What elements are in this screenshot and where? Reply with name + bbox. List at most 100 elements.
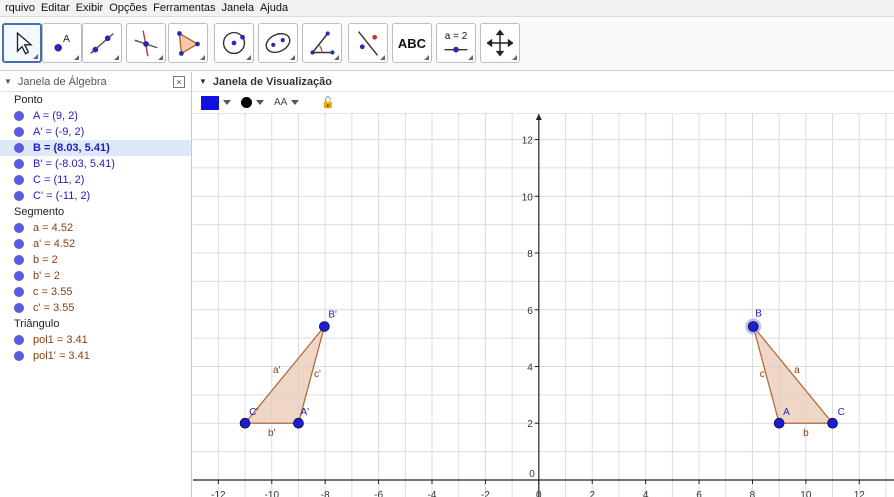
visibility-toggle-icon[interactable] <box>14 223 24 233</box>
visibility-toggle-icon[interactable] <box>14 303 24 313</box>
chevron-down-icon[interactable] <box>223 100 231 105</box>
algebra-item-text: A = (9, 2) <box>33 110 78 122</box>
x-tick-label: -4 <box>428 490 437 497</box>
x-tick-label: -2 <box>481 490 490 497</box>
category-label: Segmento <box>14 206 65 218</box>
visibility-toggle-icon[interactable] <box>14 239 24 249</box>
menu-bar: rquivo Editar Exibir Opções Ferramentas Janel… <box>0 0 894 17</box>
algebra-view-header: ▼ Janela de Álgebra × <box>0 72 191 92</box>
x-tick-label: 6 <box>696 490 702 497</box>
algebra-item-text: c = 3.55 <box>33 286 73 298</box>
menu-item-editar[interactable]: Editar <box>38 2 73 14</box>
visibility-toggle-icon[interactable] <box>14 287 24 297</box>
algebra-item[interactable]: pol1 = 3.41 <box>0 332 191 348</box>
reflect-tool[interactable] <box>348 23 388 63</box>
algebra-item-text: b = 2 <box>33 254 58 266</box>
visibility-toggle-icon[interactable] <box>14 143 24 153</box>
algebra-item[interactable]: C' = (-11, 2) <box>0 188 191 204</box>
x-tick-label: -12 <box>211 490 226 497</box>
algebra-item[interactable]: B = (8.03, 5.41) <box>0 140 191 156</box>
visibility-toggle-icon[interactable] <box>14 159 24 169</box>
dropdown-corner-icon <box>158 55 163 60</box>
visibility-toggle-icon[interactable] <box>14 191 24 201</box>
algebra-item-text: c' = 3.55 <box>33 302 75 314</box>
x-tick-label: -8 <box>321 490 330 497</box>
algebra-category-triangle[interactable]: Triângulo <box>0 316 191 332</box>
visibility-toggle-icon[interactable] <box>14 175 24 185</box>
chevron-down-icon[interactable] <box>256 100 264 105</box>
point-A <box>773 417 785 429</box>
y-tick-label: 2 <box>527 419 533 430</box>
dropdown-corner-icon <box>512 55 517 60</box>
menu-item-janela[interactable]: Janela <box>219 2 257 14</box>
menu-item-exibir[interactable]: Exibir <box>73 2 107 14</box>
line-tool[interactable] <box>82 23 122 63</box>
point-tool[interactable]: A <box>42 23 82 63</box>
point-label: B <box>755 308 762 319</box>
y-tick-label: 10 <box>522 192 534 203</box>
style-bar: AA 🔓 <box>193 92 894 114</box>
segment-label: a' <box>273 365 281 376</box>
visibility-toggle-icon[interactable] <box>14 351 24 361</box>
visibility-toggle-icon[interactable] <box>14 271 24 281</box>
move-tool[interactable] <box>2 23 42 63</box>
visibility-toggle-icon[interactable] <box>14 127 24 137</box>
algebra-view-title: Janela de Álgebra <box>17 75 107 88</box>
angle-tool[interactable] <box>302 23 342 63</box>
segment-label: b <box>803 428 809 439</box>
ellipse-tool[interactable] <box>258 23 298 63</box>
y-tick-label: 8 <box>527 249 533 260</box>
close-icon[interactable]: × <box>173 76 185 88</box>
point-label: C' <box>249 407 258 418</box>
algebra-item[interactable]: A' = (-9, 2) <box>0 124 191 140</box>
point-label: B' <box>328 309 337 320</box>
algebra-item[interactable]: pol1' = 3.41 <box>0 348 191 364</box>
collapse-triangle-icon[interactable]: ▼ <box>4 77 12 86</box>
toolbar: A ABC a = 2 <box>0 17 894 71</box>
menu-item-opções[interactable]: Opções <box>106 2 150 14</box>
algebra-item[interactable]: b = 2 <box>0 252 191 268</box>
algebra-item[interactable]: b' = 2 <box>0 268 191 284</box>
coordinate-plane[interactable]: -12 -10 -8 -6 -4 -2 0 2 4 6 8 10 12 0 2 4 6 8 10 12 a b c a' b' c… <box>193 114 894 497</box>
y-axis-arrow-icon <box>535 114 542 120</box>
circle-tool[interactable] <box>214 23 254 63</box>
menu-item-rquivo[interactable]: rquivo <box>2 2 38 14</box>
category-label: Triângulo <box>14 318 60 330</box>
point-C-prime <box>239 417 251 429</box>
visibility-toggle-icon[interactable] <box>14 111 24 121</box>
algebra-view: ▼ Janela de Álgebra × Ponto A = (9, 2) A' … <box>0 72 192 497</box>
label-style-button[interactable]: AA <box>274 97 287 108</box>
chevron-down-icon[interactable] <box>291 100 300 105</box>
algebra-item[interactable]: a' = 4.52 <box>0 236 191 252</box>
x-tick-label: 12 <box>854 490 866 497</box>
slider-tool[interactable]: a = 2 <box>436 23 476 63</box>
point-style-button[interactable] <box>241 97 252 108</box>
menu-item-ajuda[interactable]: Ajuda <box>257 2 291 14</box>
algebra-item[interactable]: c' = 3.55 <box>0 300 191 316</box>
x-tick-label: 8 <box>750 490 756 497</box>
algebra-item-text: a = 4.52 <box>33 222 74 234</box>
algebra-item[interactable]: A = (9, 2) <box>0 108 191 124</box>
visibility-toggle-icon[interactable] <box>14 255 24 265</box>
menu-item-ferramentas[interactable]: Ferramentas <box>150 2 218 14</box>
text-tool[interactable]: ABC <box>392 23 432 63</box>
collapse-triangle-icon[interactable]: ▼ <box>199 77 207 86</box>
visibility-toggle-icon[interactable] <box>14 335 24 345</box>
algebra-item[interactable]: c = 3.55 <box>0 284 191 300</box>
x-tick-label: 0 <box>536 490 542 497</box>
algebra-category-segment[interactable]: Segmento <box>0 204 191 220</box>
svg-text:A: A <box>63 34 70 45</box>
algebra-category-point[interactable]: Ponto <box>0 92 191 108</box>
polygon-tool[interactable] <box>168 23 208 63</box>
algebra-item[interactable]: C = (11, 2) <box>0 172 191 188</box>
algebra-item[interactable]: a = 4.52 <box>0 220 191 236</box>
dropdown-corner-icon <box>246 55 251 60</box>
color-swatch-button[interactable] <box>201 95 219 110</box>
move-view-tool[interactable] <box>480 23 520 63</box>
y-tick-label: 12 <box>522 136 534 147</box>
algebra-item[interactable]: B' = (-8.03, 5.41) <box>0 156 191 172</box>
x-tick-label: 10 <box>800 490 812 497</box>
perpendicular-tool[interactable] <box>126 23 166 63</box>
lock-icon[interactable]: 🔓 <box>321 96 335 109</box>
point-C <box>827 417 838 429</box>
